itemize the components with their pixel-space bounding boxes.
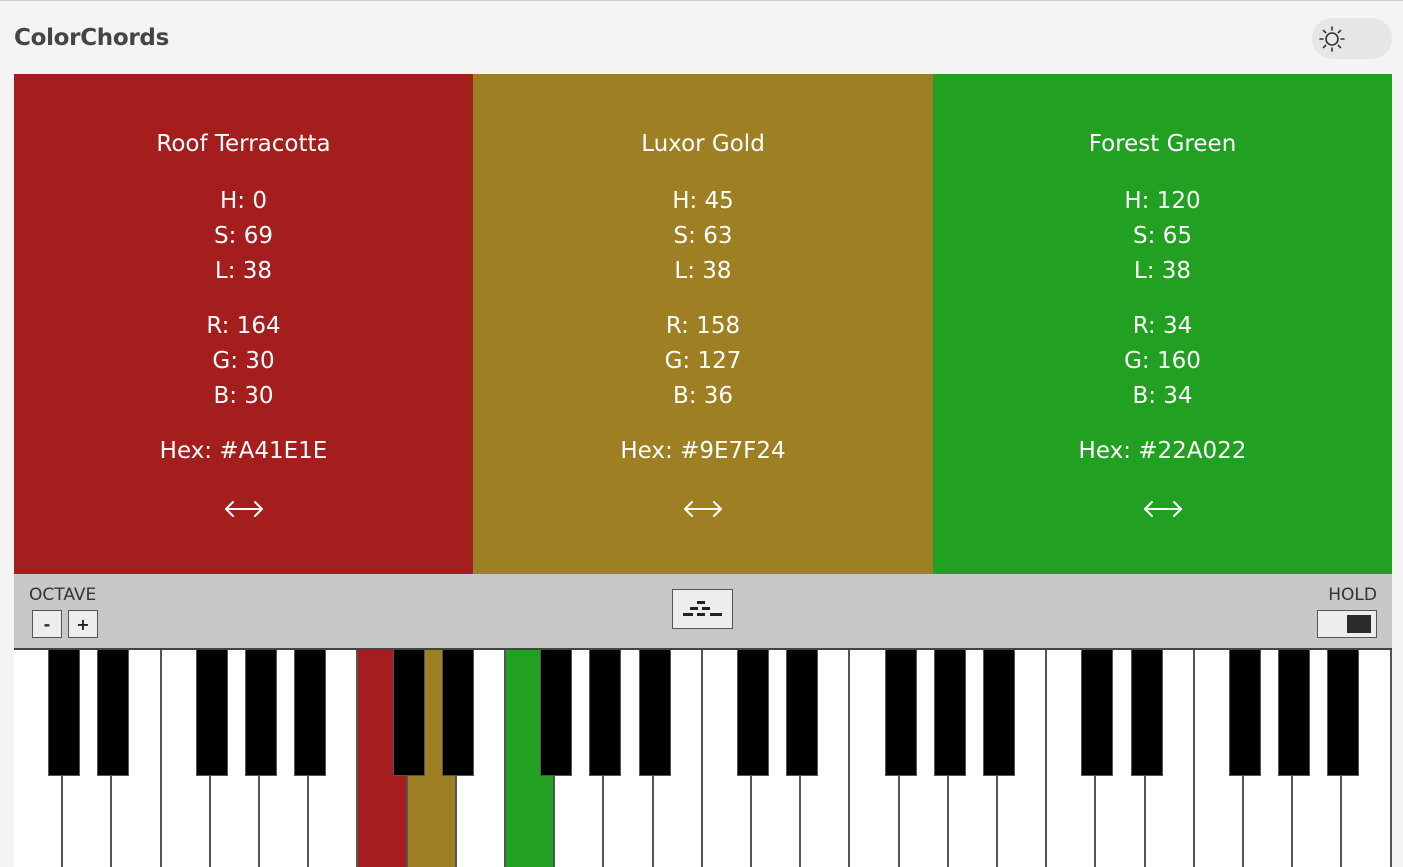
piano-black-key[interactable] xyxy=(983,650,1015,776)
hold-label: HOLD xyxy=(1328,585,1377,605)
swatch-roof-terracotta[interactable]: Roof Terracotta H: 0 S: 69 L: 38 R: 164 … xyxy=(14,74,473,574)
blue-value: B: 36 xyxy=(672,383,734,409)
piano-black-key[interactable] xyxy=(1278,650,1311,776)
hue-value: H: 120 xyxy=(1124,188,1201,214)
piano-black-key[interactable] xyxy=(589,650,622,776)
piano-black-key[interactable] xyxy=(540,650,573,776)
swatch-name: Forest Green xyxy=(1088,131,1237,157)
swap-button[interactable] xyxy=(1140,489,1186,529)
hold-toggle[interactable] xyxy=(1317,610,1377,638)
piano-black-key[interactable] xyxy=(1229,650,1261,776)
piano-black-key[interactable] xyxy=(245,650,277,776)
saturation-value: S: 65 xyxy=(1133,223,1192,249)
left-right-arrow-icon xyxy=(684,501,722,517)
swatch-forest-green[interactable]: Forest Green H: 120 S: 65 L: 38 R: 34 G:… xyxy=(933,74,1392,574)
left-right-arrow-icon xyxy=(224,501,263,517)
piano-black-key[interactable] xyxy=(638,650,671,776)
hold-toggle-knob xyxy=(1347,615,1371,633)
piano-black-key[interactable] xyxy=(786,650,819,776)
octave-down-button[interactable]: - xyxy=(32,610,62,638)
hue-value: H: 0 xyxy=(220,188,267,214)
green-value: G: 30 xyxy=(212,348,275,374)
rgb-values: R: 158 G: 127 B: 36 xyxy=(473,309,933,414)
swatch-luxor-gold[interactable]: Luxor Gold H: 45 S: 63 L: 38 R: 158 G: 1… xyxy=(473,74,933,574)
rgb-values: R: 164 G: 30 B: 30 xyxy=(14,309,473,414)
piano-black-key[interactable] xyxy=(1130,650,1163,776)
piano-black-key[interactable] xyxy=(933,650,966,776)
piano-black-key[interactable] xyxy=(1327,650,1360,776)
octave-up-button[interactable]: + xyxy=(68,610,98,638)
piano-black-key[interactable] xyxy=(441,650,474,776)
color-swatches: Roof Terracotta H: 0 S: 69 L: 38 R: 164 … xyxy=(14,74,1392,574)
piano-black-key[interactable] xyxy=(97,650,130,776)
app-window: ColorChords Roof Terracotta H: 0 S: 69 L… xyxy=(0,0,1403,867)
blue-value: B: 34 xyxy=(1132,383,1193,409)
rgb-values: R: 34 G: 160 B: 34 xyxy=(933,309,1392,414)
left-right-arrow-icon xyxy=(1143,501,1182,517)
lightness-value: L: 38 xyxy=(674,258,732,284)
theme-toggle[interactable] xyxy=(1312,18,1392,59)
sun-icon xyxy=(1319,26,1345,52)
piano-black-key[interactable] xyxy=(1081,650,1114,776)
piano-black-key[interactable] xyxy=(737,650,769,776)
piano-keyboard xyxy=(14,648,1392,867)
hex-value: Hex: #9E7F24 xyxy=(620,438,786,464)
red-value: R: 164 xyxy=(206,313,281,339)
saturation-value: S: 63 xyxy=(673,223,733,249)
hsl-values: H: 0 S: 69 L: 38 xyxy=(14,184,473,289)
lightness-value: L: 38 xyxy=(214,258,273,284)
swatch-name: Roof Terracotta xyxy=(156,131,331,157)
red-value: R: 34 xyxy=(1132,313,1193,339)
controls-bar: OCTAVE - + HOLD xyxy=(14,574,1392,648)
hex-value: Hex: #A41E1E xyxy=(159,438,328,464)
red-value: R: 158 xyxy=(665,313,741,339)
piano-black-key[interactable] xyxy=(884,650,917,776)
swap-button[interactable] xyxy=(221,489,267,529)
swatch-name: Luxor Gold xyxy=(641,131,765,157)
hsl-values: H: 120 S: 65 L: 38 xyxy=(933,184,1392,289)
chord-stack-icon xyxy=(683,601,722,616)
piano-black-key[interactable] xyxy=(294,650,327,776)
green-value: G: 160 xyxy=(1124,348,1201,374)
lightness-value: L: 38 xyxy=(1133,258,1192,284)
octave-label: OCTAVE xyxy=(29,585,97,605)
hue-value: H: 45 xyxy=(672,188,734,214)
hex-value: Hex: #22A022 xyxy=(1078,438,1247,464)
chord-stack-button[interactable] xyxy=(672,589,733,629)
blue-value: B: 30 xyxy=(213,383,274,409)
saturation-value: S: 69 xyxy=(214,223,273,249)
app-title: ColorChords xyxy=(14,25,169,51)
hsl-values: H: 45 S: 63 L: 38 xyxy=(473,184,933,289)
header: ColorChords xyxy=(0,1,1403,74)
piano-black-key[interactable] xyxy=(195,650,228,776)
piano-black-key[interactable] xyxy=(48,650,81,776)
piano-black-key[interactable] xyxy=(392,650,425,776)
swap-button[interactable] xyxy=(680,489,726,529)
green-value: G: 127 xyxy=(664,348,742,374)
